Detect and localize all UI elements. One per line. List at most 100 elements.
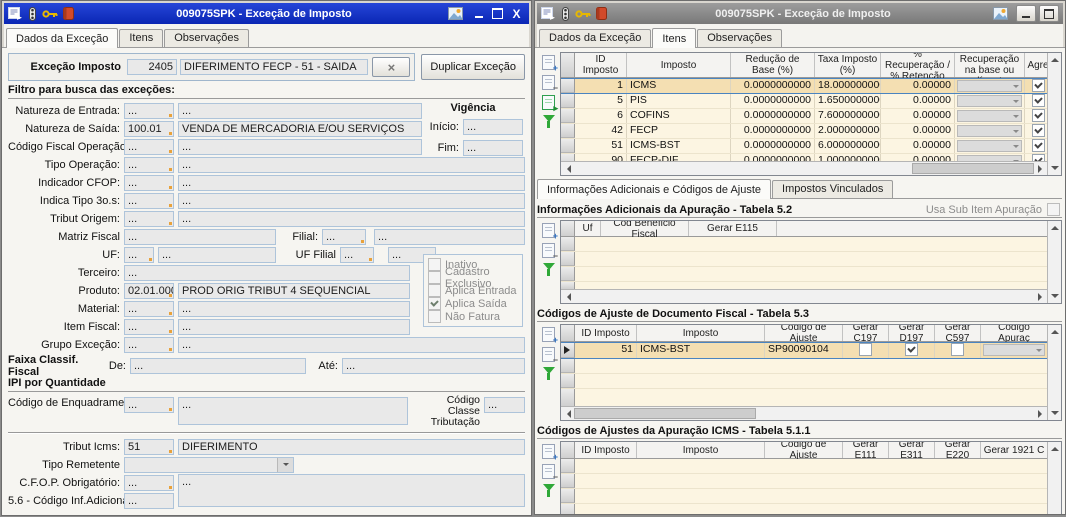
cell-recuperacao-base[interactable] xyxy=(955,94,1025,108)
vertical-scrollbar[interactable] xyxy=(1047,325,1061,420)
scroll-down-icon[interactable] xyxy=(1050,294,1059,302)
cell-gerar-c197[interactable] xyxy=(843,343,889,358)
cadastro-exclusivo-checkbox[interactable] xyxy=(428,271,441,284)
tab-impostos-vinculados[interactable]: Impostos Vinculados xyxy=(772,180,894,198)
filter-icon[interactable] xyxy=(542,263,555,276)
cell-gerar-d197[interactable] xyxy=(889,343,935,358)
table-row[interactable]: 51 ICMS-BST SP90090104 xyxy=(561,342,1047,359)
natureza-entrada-desc-field[interactable]: ... xyxy=(178,102,422,119)
item-fiscal-desc-field[interactable]: ... xyxy=(178,318,410,335)
scroll-up-icon[interactable] xyxy=(1050,54,1059,62)
column-header[interactable]: Redução de Base (%) xyxy=(731,53,815,77)
cell-reducao[interactable]: 0.0000000000 xyxy=(731,124,815,138)
cell-id[interactable]: 6 xyxy=(575,109,627,123)
column-header[interactable]: Gerar C197 xyxy=(843,325,889,344)
faixa-ate-field[interactable]: ... xyxy=(342,357,525,374)
row-header[interactable] xyxy=(561,79,575,93)
key-icon[interactable] xyxy=(575,8,591,20)
cell-reducao[interactable]: 0.0000000000 xyxy=(731,94,815,108)
chevron-down-icon[interactable] xyxy=(277,457,293,472)
dropdown[interactable] xyxy=(957,125,1022,137)
empty-row[interactable] xyxy=(561,267,1047,282)
cell-imposto[interactable]: ICMS xyxy=(627,79,731,93)
empty-row[interactable] xyxy=(561,282,1047,289)
natureza-saida-code-field[interactable]: 100.01 xyxy=(124,120,174,137)
tab-informacoes-adicionais[interactable]: Informações Adicionais e Códigos de Ajus… xyxy=(537,179,772,199)
scroll-down-icon[interactable] xyxy=(1050,411,1059,419)
agrega-checkbox[interactable] xyxy=(1031,154,1045,161)
cell-recuperacao[interactable]: 0.00000 xyxy=(881,79,955,93)
indica-tipo-3os-desc-field[interactable]: ... xyxy=(178,192,525,209)
row-header[interactable] xyxy=(561,109,575,123)
grupo-excecao-code-field[interactable]: ... xyxy=(124,336,174,353)
agrega-checkbox[interactable] xyxy=(1031,79,1045,92)
cell-recuperacao[interactable]: 0.00000 xyxy=(881,94,955,108)
tab-itens[interactable]: Itens xyxy=(119,29,164,47)
scroll-left-icon[interactable] xyxy=(561,291,574,303)
column-header[interactable]: % Recuperação / % Retenção xyxy=(881,53,955,82)
cell-recuperacao-base[interactable] xyxy=(955,139,1025,153)
dropdown[interactable] xyxy=(957,95,1022,107)
cell-reducao[interactable]: 0.0000000000 xyxy=(731,109,815,123)
dropdown[interactable] xyxy=(957,110,1022,122)
remove-row-icon[interactable]: − xyxy=(542,243,558,261)
indicador-cfop-code-field[interactable]: ... xyxy=(124,174,174,191)
column-header[interactable]: Gerar E311 xyxy=(889,442,935,461)
filter-icon[interactable] xyxy=(542,367,555,380)
cell-taxa[interactable]: 6.0000000000 xyxy=(815,139,881,153)
column-header[interactable]: Gerar E220 xyxy=(935,442,981,461)
agrega-checkbox[interactable] xyxy=(1031,94,1045,107)
material-desc-field[interactable]: ... xyxy=(178,300,410,317)
dropdown[interactable] xyxy=(957,80,1022,92)
cell-id[interactable]: 5 xyxy=(575,94,627,108)
cfop-obrigatorio-desc-field[interactable]: ... xyxy=(178,474,525,507)
add-row-icon[interactable]: + xyxy=(542,327,558,345)
agrega-checkbox[interactable] xyxy=(1031,139,1045,152)
column-header[interactable]: Imposto xyxy=(627,53,731,77)
cell-recuperacao-base[interactable] xyxy=(955,124,1025,138)
inativo-checkbox[interactable] xyxy=(428,258,441,271)
aplica-saida-checkbox[interactable] xyxy=(428,297,441,310)
codigo-fiscal-operacao-code-field[interactable]: ... xyxy=(124,138,174,155)
cell-id[interactable]: 90 xyxy=(575,154,627,161)
remove-row-icon[interactable]: − xyxy=(542,347,558,365)
cell-taxa[interactable]: 1.0000000000 xyxy=(815,154,881,161)
column-header[interactable]: % Recuperação na base ou alíquota xyxy=(955,53,1025,87)
column-header[interactable]: Taxa Imposto (%) xyxy=(815,53,881,77)
cell-taxa[interactable]: 18.0000000000 xyxy=(815,79,881,93)
faixa-de-field[interactable]: ... xyxy=(130,357,306,374)
cell-reducao[interactable]: 0.0000000000 xyxy=(731,139,815,153)
copy-row-icon[interactable]: ▸ xyxy=(542,95,558,113)
dropdown[interactable] xyxy=(957,140,1022,152)
vertical-scrollbar[interactable] xyxy=(1047,53,1061,175)
duplicar-excecao-button[interactable]: Duplicar Exceção xyxy=(421,54,525,80)
tab-observacoes[interactable]: Observações xyxy=(164,29,250,47)
tab-observacoes[interactable]: Observações xyxy=(697,29,783,47)
cell-gerar-c597[interactable] xyxy=(935,343,981,358)
natureza-saida-desc-field[interactable]: VENDA DE MERCADORIA E/OU SERVIÇOS xyxy=(178,120,422,137)
maximize-button[interactable] xyxy=(1039,5,1059,22)
column-header[interactable]: ID Imposto xyxy=(575,442,637,458)
cell-recuperacao[interactable]: 0.00000 xyxy=(881,124,955,138)
add-row-icon[interactable]: + xyxy=(542,223,558,241)
cell-taxa[interactable]: 7.6000000000 xyxy=(815,109,881,123)
cell-imposto[interactable]: PIS xyxy=(627,94,731,108)
scroll-right-icon[interactable] xyxy=(1034,163,1047,175)
add-row-icon[interactable]: + xyxy=(542,55,558,73)
empty-row[interactable] xyxy=(561,459,1047,474)
remove-row-icon[interactable]: − xyxy=(542,75,558,93)
enquadramento-desc-field[interactable]: ... xyxy=(178,397,408,425)
scroll-down-icon[interactable] xyxy=(1050,166,1059,174)
clear-excecao-button[interactable]: × xyxy=(372,57,411,77)
column-header[interactable]: Código Apuraç xyxy=(981,325,1047,344)
cell-agrega[interactable] xyxy=(1025,109,1047,123)
column-header[interactable]: Imposto xyxy=(637,442,765,458)
empty-row[interactable] xyxy=(561,504,1047,514)
gerar-c597-checkbox[interactable] xyxy=(951,343,964,356)
add-row-icon[interactable]: + xyxy=(542,444,558,462)
excecao-desc-field[interactable]: DIFERIMENTO FECP - 51 - SAIDA xyxy=(180,59,369,75)
book-icon[interactable] xyxy=(596,7,608,20)
column-header[interactable]: Cod Beneficio Fiscal xyxy=(601,221,689,240)
column-header[interactable]: Gerar E115 xyxy=(689,221,777,236)
column-header[interactable]: Gerar C597 xyxy=(935,325,981,344)
